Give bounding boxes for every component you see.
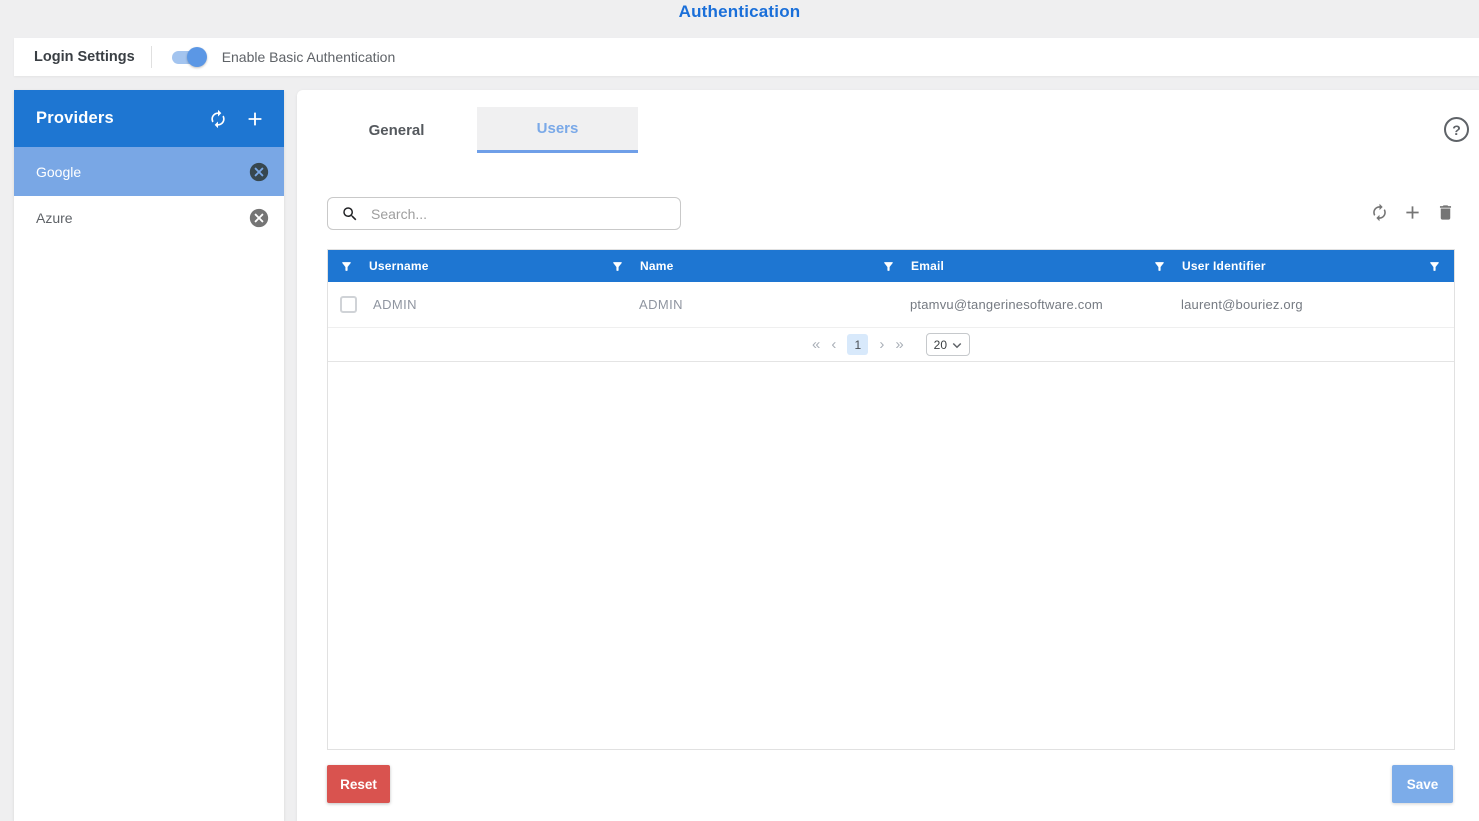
search-input[interactable] [371,198,680,229]
remove-provider-button[interactable] [248,207,270,229]
page-title: Authentication [678,2,801,21]
reset-button[interactable]: Reset [327,765,390,803]
filter-icon[interactable] [1428,260,1441,273]
users-toolbar [1370,202,1455,223]
filter-icon[interactable] [1153,260,1166,273]
user-identifier-value: laurent@bouriez.org [1181,297,1303,312]
last-page-button[interactable]: » [895,337,903,352]
chevron-down-icon [948,336,966,354]
page-size-select[interactable]: 20 [925,333,971,356]
cell-user-identifier: laurent@bouriez.org [1141,282,1454,327]
page-number-button[interactable]: 1 [847,334,869,355]
plus-icon [1402,202,1423,223]
circle-x-icon [248,207,270,229]
provider-label: Azure [36,210,73,226]
provider-item-azure[interactable]: Azure [14,196,284,240]
remove-provider-button[interactable] [248,161,270,183]
delete-users-button[interactable] [1436,203,1455,222]
table-header: Username Name Email User Identifier [328,250,1454,282]
providers-sidebar: Providers Google Azure [14,90,284,821]
sync-icon [1370,203,1389,222]
trash-icon [1436,203,1455,222]
row-checkbox[interactable] [340,296,357,313]
table-row[interactable]: ADMIN ADMIN ptamvu@tangerinesoftware.com… [328,282,1454,328]
filter-icon[interactable] [340,260,353,273]
prev-page-button[interactable]: ‹ [831,337,836,352]
column-header-trailing [1414,250,1454,282]
basic-auth-toggle-label: Enable Basic Authentication [221,49,396,65]
next-page-button[interactable]: › [879,337,884,352]
divider [150,46,152,68]
column-label: Username [369,259,429,273]
users-table: Username Name Email User Identifier ADMI… [327,249,1455,750]
sync-icon [208,109,228,129]
basic-auth-toggle[interactable] [170,47,207,67]
refresh-users-button[interactable] [1370,203,1389,222]
circle-x-icon [248,161,270,183]
cell-username: ADMIN [328,282,599,327]
login-settings-bar: Login Settings Enable Basic Authenticati… [14,38,1479,76]
column-label: Email [911,259,945,273]
provider-label: Google [36,163,82,180]
pagination: « ‹ 1 › » 20 [328,328,1454,362]
help-button[interactable]: ? [1444,117,1469,142]
login-settings-label: Login Settings [34,49,135,65]
page-size-value: 20 [933,337,948,352]
providers-header: Providers [14,90,284,147]
username-value: ADMIN [373,297,417,312]
search-box [327,197,681,230]
column-label: Name [640,259,674,273]
first-page-button[interactable]: « [812,337,820,352]
provider-item-google[interactable]: Google [14,147,284,196]
cell-name: ADMIN [599,282,870,327]
tab-general[interactable]: General [316,107,477,153]
providers-title: Providers [36,109,114,127]
tab-users[interactable]: Users [477,107,638,153]
email-value: ptamvu@tangerinesoftware.com [910,297,1103,312]
column-header-name: Name [599,250,870,282]
question-icon: ? [1452,121,1461,138]
main-panel: General Users ? Search... Username Name … [297,90,1479,821]
tab-bar: General Users [316,107,638,153]
filter-icon[interactable] [611,260,624,273]
column-header-username: Username [328,250,599,282]
filter-icon[interactable] [882,260,895,273]
column-header-email: Email [870,250,1141,282]
providers-refresh-button[interactable] [208,109,228,129]
plus-icon [244,108,266,130]
column-header-user-identifier: User Identifier [1141,250,1414,282]
cell-email: ptamvu@tangerinesoftware.com [870,282,1141,327]
toggle-thumb [186,47,207,67]
add-provider-button[interactable] [244,108,266,130]
column-label: User Identifier [1182,259,1266,273]
name-value: ADMIN [639,297,683,312]
add-user-button[interactable] [1402,202,1423,223]
search-icon [341,205,359,223]
save-button[interactable]: Save [1392,765,1453,803]
